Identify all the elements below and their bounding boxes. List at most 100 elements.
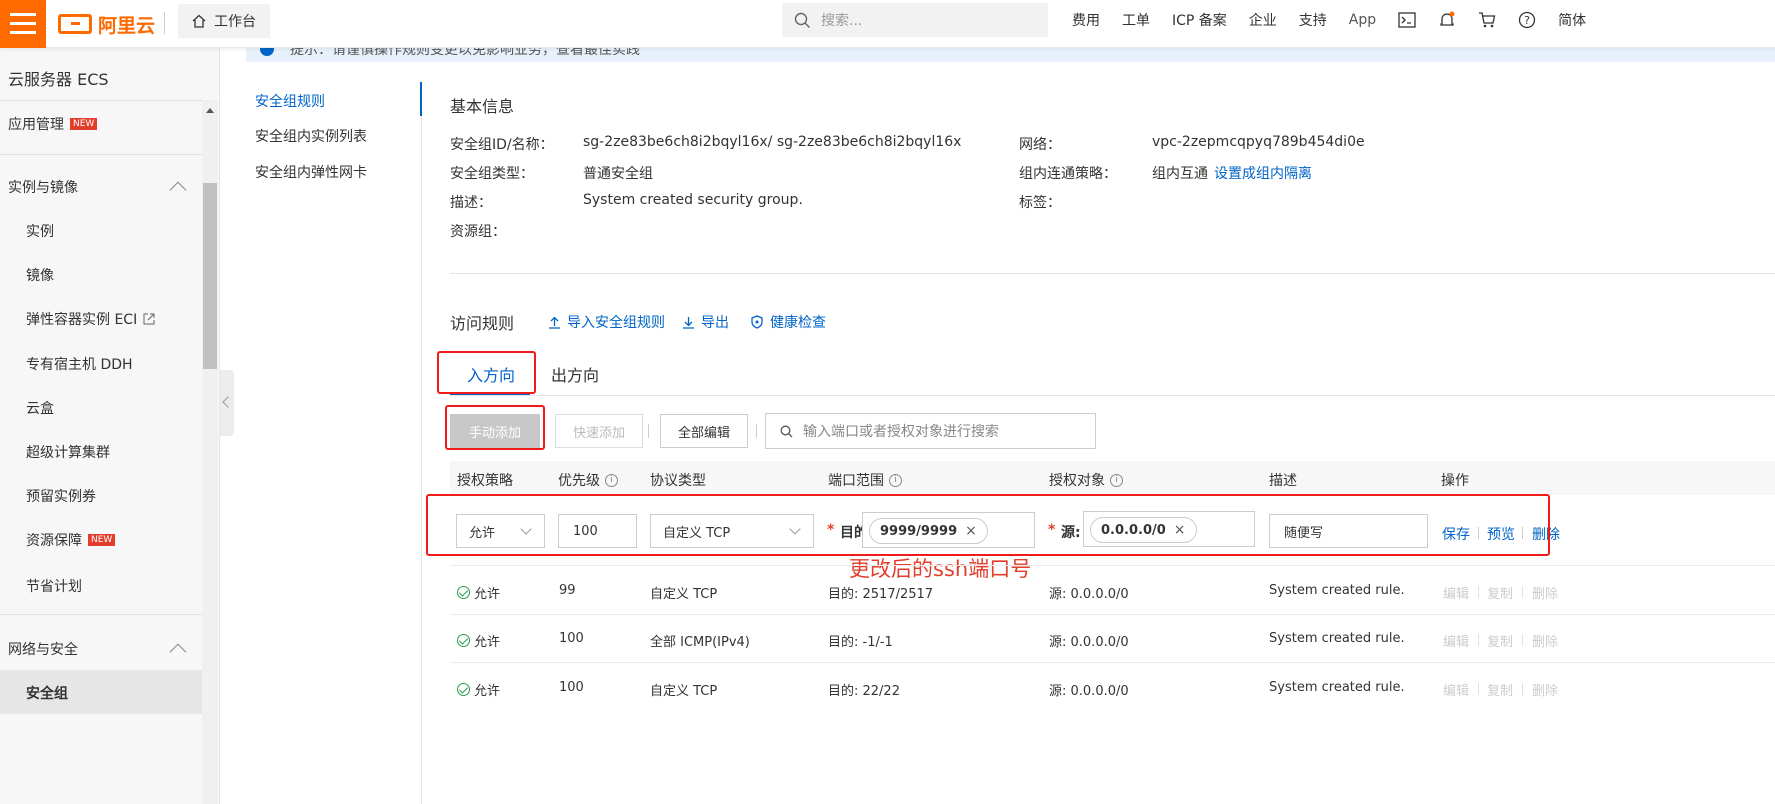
nav-app[interactable]: App xyxy=(1349,12,1376,28)
set-isolation-link[interactable]: 设置成组内隔离 xyxy=(1214,163,1312,183)
sidebar-item-label: 预留实例券 xyxy=(26,489,96,505)
menu-icon[interactable] xyxy=(0,0,46,48)
lang-switch[interactable]: 简体 xyxy=(1558,10,1586,30)
chevron-up-icon[interactable] xyxy=(169,643,187,661)
cell-source: 源: 0.0.0.0/0 xyxy=(1049,684,1129,699)
bell-icon[interactable] xyxy=(1438,11,1456,29)
global-search[interactable]: 搜索... xyxy=(782,3,1048,37)
divider xyxy=(1478,683,1479,695)
copy-link[interactable]: 复制 xyxy=(1487,631,1513,650)
help-icon[interactable]: ? xyxy=(1518,11,1536,29)
cell-policy: 允许 xyxy=(457,631,500,650)
search-placeholder: 搜索... xyxy=(821,13,863,29)
sidebar-group-network[interactable]: 网络与安全 xyxy=(8,639,78,659)
cell-priority: 100 xyxy=(559,680,584,695)
cell-priority: 99 xyxy=(559,583,576,598)
sidebar-item-ri[interactable]: 预留实例券 xyxy=(26,486,96,506)
terminal-icon[interactable] xyxy=(1398,11,1416,29)
sidebar-item-savings[interactable]: 节省计划 xyxy=(26,576,82,596)
check-circle-icon xyxy=(457,683,470,696)
sidebar-item-label: 节省计划 xyxy=(26,579,82,595)
cell-source: 源: 0.0.0.0/0 xyxy=(1049,635,1129,650)
cell-desc: System created rule. xyxy=(1269,583,1405,598)
delete-link[interactable]: 删除 xyxy=(1532,680,1558,699)
download-icon xyxy=(683,316,694,329)
cell-protocol: 自定义 TCP xyxy=(650,587,718,602)
sidebar: 云服务器 ECS 应用管理 NEW 实例与镜像 实例 镜像 弹性容器实例 ECI… xyxy=(0,48,220,804)
sidebar-item-capacity[interactable]: 资源保障 NEW xyxy=(26,530,116,550)
divider xyxy=(450,614,1775,615)
edit-link[interactable]: 编辑 xyxy=(1443,631,1469,650)
check-circle-icon xyxy=(457,634,470,647)
chevron-up-icon[interactable] xyxy=(169,181,187,199)
tab-outbound[interactable]: 出方向 xyxy=(551,362,599,386)
quick-add-button[interactable]: 快速添加 xyxy=(555,414,643,448)
subnav-active-indicator xyxy=(420,82,422,116)
sidebar-item-label: 云盒 xyxy=(26,401,54,417)
sidebar-collapse-handle[interactable] xyxy=(220,370,234,436)
col-label: 协议类型 xyxy=(650,473,706,489)
annotation-text: 更改后的ssh端口号 xyxy=(849,557,1032,581)
sidebar-item-eci[interactable]: 弹性容器实例 ECI xyxy=(26,309,155,329)
sidebar-item-security-group[interactable]: 安全组 xyxy=(26,683,68,703)
sidebar-item-ddh[interactable]: 专有宿主机 DDH xyxy=(26,354,133,374)
sidebar-item-instances[interactable]: 实例 xyxy=(26,221,54,241)
nav-icp[interactable]: ICP 备案 xyxy=(1172,10,1227,30)
edit-link[interactable]: 编辑 xyxy=(1443,583,1469,602)
copy-link[interactable]: 复制 xyxy=(1487,583,1513,602)
export-link[interactable]: 导出 xyxy=(682,312,729,332)
nav-fee[interactable]: 费用 xyxy=(1072,10,1100,30)
delete-link[interactable]: 删除 xyxy=(1532,631,1558,650)
cell-text: 允许 xyxy=(474,684,501,699)
basic-info-title: 基本信息 xyxy=(450,97,515,116)
col-label: 授权对象 xyxy=(1049,473,1105,489)
cell-source: 源: 0.0.0.0/0 xyxy=(1049,587,1129,602)
col-label: 操作 xyxy=(1441,473,1469,489)
network-label: 网络： xyxy=(1019,137,1061,153)
cart-icon[interactable] xyxy=(1478,11,1496,29)
info-icon xyxy=(260,48,274,56)
divider xyxy=(1522,683,1523,695)
workbench-button[interactable]: 工作台 xyxy=(178,4,270,38)
sidebar-item-scc[interactable]: 超级计算集群 xyxy=(26,442,110,462)
info-icon[interactable]: i xyxy=(1110,473,1123,487)
notice-banner: 提示：请谨慎操作规则变更以免影响业务，查看最佳实践 xyxy=(246,48,1775,62)
nav-enterprise[interactable]: 企业 xyxy=(1249,10,1277,30)
sidebar-item-label: 实例 xyxy=(26,224,54,240)
cell-desc: System created rule. xyxy=(1269,680,1405,695)
subnav-rules[interactable]: 安全组规则 xyxy=(255,91,325,111)
cell-text: 允许 xyxy=(474,635,501,650)
health-check-link[interactable]: 健康检查 xyxy=(750,312,826,332)
rule-search-input[interactable]: 输入端口或者授权对象进行搜索 xyxy=(765,413,1096,449)
aliyun-logo[interactable]: 阿里云 xyxy=(58,8,155,40)
sidebar-item-cloudbox[interactable]: 云盒 xyxy=(26,398,54,418)
col-priority: 优先级 i xyxy=(558,470,618,490)
new-badge: NEW xyxy=(70,118,98,130)
divider xyxy=(0,154,202,155)
info-icon[interactable]: i xyxy=(889,473,902,487)
edit-all-button[interactable]: 全部编辑 xyxy=(660,414,748,448)
nav-support[interactable]: 支持 xyxy=(1299,10,1327,30)
info-icon[interactable]: i xyxy=(605,473,618,487)
sidebar-item-app-mgmt[interactable]: 应用管理 NEW xyxy=(8,114,98,134)
sidebar-scroll-thumb[interactable] xyxy=(203,183,217,369)
edit-link[interactable]: 编辑 xyxy=(1443,680,1469,699)
sidebar-group-instances[interactable]: 实例与镜像 xyxy=(8,177,78,197)
export-label: 导出 xyxy=(701,315,729,331)
subnav-instances[interactable]: 安全组内实例列表 xyxy=(255,126,367,146)
delete-link[interactable]: 删除 xyxy=(1532,583,1558,602)
cell-protocol: 自定义 TCP xyxy=(650,684,718,699)
aliyun-logo-mark xyxy=(58,14,92,34)
check-circle-icon xyxy=(457,586,470,599)
import-rules-link[interactable]: 导入安全组规则 xyxy=(548,312,665,332)
copy-link[interactable]: 复制 xyxy=(1487,680,1513,699)
search-icon xyxy=(794,12,810,28)
sidebar-item-label: 安全组 xyxy=(26,686,68,702)
divider xyxy=(756,424,757,438)
scroll-up-icon[interactable] xyxy=(206,108,214,113)
subnav-eni[interactable]: 安全组内弹性网卡 xyxy=(255,162,367,182)
top-bar: 阿里云 工作台 搜索... 费用 工单 ICP 备案 企业 支持 App ? 简… xyxy=(0,0,1775,48)
sidebar-item-images[interactable]: 镜像 xyxy=(26,265,54,285)
nav-ticket[interactable]: 工单 xyxy=(1122,10,1150,30)
sg-desc-value: System created security group. xyxy=(583,192,803,208)
